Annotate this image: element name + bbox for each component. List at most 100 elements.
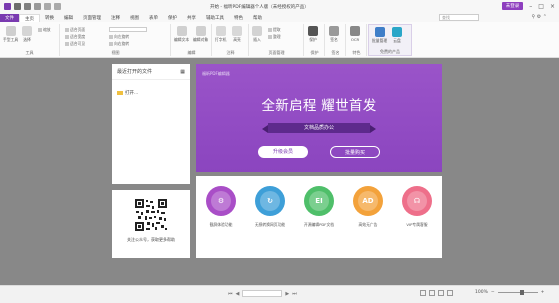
- feature-strip: ⚙ 截屏体验功能 ↻ 无损转换网页功能 EI 开源编辑PDF文档 AD 高效无广…: [196, 176, 442, 258]
- fit-page-button[interactable]: 适合页面: [65, 27, 85, 33]
- tab-help[interactable]: 帮助: [248, 14, 267, 22]
- cursor-icon: [22, 26, 32, 36]
- ribbon-group-tools: 手型工具 选择 缩放 工具: [0, 24, 60, 56]
- feature-item[interactable]: ⚙ 截屏体验功能: [198, 186, 244, 228]
- maximize-icon[interactable]: □: [538, 3, 544, 10]
- tab-comment[interactable]: 注释: [106, 14, 125, 22]
- batch-icon: [374, 27, 385, 37]
- rotate-left-button[interactable]: 向左旋转: [109, 34, 129, 40]
- continuous-facing-icon[interactable]: [447, 290, 453, 296]
- convert-icon: ↻: [255, 186, 285, 216]
- highlight-button[interactable]: 高亮: [232, 26, 242, 43]
- qr-panel: 关注公众号，获取更多帮助: [112, 190, 190, 258]
- edit-text-icon: [176, 26, 187, 36]
- ribbon-group-protect: 保护 保护: [305, 24, 325, 56]
- ocr-button[interactable]: OCR: [350, 26, 360, 42]
- status-bar: ⏮ ◀ ▶ ⏭ 100% − +: [0, 285, 559, 303]
- ad-icon: AD: [353, 186, 383, 216]
- clear-list-icon[interactable]: ▦: [180, 69, 185, 75]
- undo-icon[interactable]: [44, 3, 51, 10]
- print-icon[interactable]: [34, 3, 41, 10]
- view-mode-buttons: [420, 290, 453, 296]
- redo-icon[interactable]: [54, 3, 61, 10]
- page-number-input[interactable]: [242, 290, 283, 297]
- rotate-right-button[interactable]: 向右旋转: [109, 41, 129, 47]
- promo-banner[interactable]: 福昕PDF编辑器 全新启程 耀世首发 文档品质办公 升级会员 批量购买: [196, 64, 442, 172]
- select-tool-button[interactable]: 选择: [22, 26, 32, 43]
- sign-button[interactable]: 签名: [329, 26, 339, 43]
- feature-item[interactable]: ☊ VIP专属客服: [394, 186, 440, 228]
- tab-protect[interactable]: 保护: [163, 14, 182, 22]
- zoom-select[interactable]: [109, 27, 147, 33]
- open-file-link[interactable]: 打开...: [117, 90, 138, 96]
- continuous-icon[interactable]: [429, 290, 435, 296]
- banner-headline: 全新启程 耀世首发: [261, 98, 377, 114]
- search-options-icon[interactable]: ⚲ ⚙ ⌃: [531, 14, 547, 20]
- close-icon[interactable]: ×: [550, 3, 555, 10]
- fit-width-button[interactable]: 适合宽度: [65, 34, 85, 40]
- group-label-sign: 签名: [331, 50, 340, 55]
- open-file-icon[interactable]: [14, 3, 21, 10]
- ribbon-group-edit: 编辑文本 编辑对象 编辑: [172, 24, 212, 56]
- upgrade-member-button[interactable]: 升级会员: [258, 146, 308, 158]
- organize-button[interactable]: 整理: [268, 34, 281, 40]
- next-page-icon[interactable]: ▶: [285, 291, 289, 297]
- ribbon-group-view: 适合页面 适合宽度 适合可见 向左旋转 向右旋转 视图: [61, 24, 171, 56]
- cloud-drive-button[interactable]: 云盘: [392, 27, 402, 44]
- zoom-out-icon[interactable]: −: [491, 290, 495, 295]
- document-area: 最近打开的文件 ▦ 打开... 关注公众号，获取更多帮助 福昕PDF编辑器 全新…: [0, 58, 559, 285]
- group-label-protect: 保护: [310, 50, 319, 55]
- minimize-icon[interactable]: –: [529, 3, 532, 10]
- tab-edit[interactable]: 编辑: [59, 14, 78, 22]
- feature-item[interactable]: AD 高效无广告: [345, 186, 391, 228]
- tab-convert[interactable]: 转换: [40, 14, 59, 22]
- protect-button[interactable]: 保护: [308, 26, 318, 43]
- zoom-item[interactable]: 缩放: [38, 27, 51, 33]
- quick-access-toolbar: [0, 3, 61, 10]
- zoom-slider[interactable]: [497, 290, 538, 295]
- group-label-tools: 工具: [25, 50, 34, 55]
- settings-icon: ⚙: [206, 186, 236, 216]
- group-label-features: 特色: [352, 50, 361, 55]
- extract-button[interactable]: 提取: [268, 27, 281, 33]
- tab-form[interactable]: 表单: [144, 14, 163, 22]
- ribbon-group-features: OCR 特色: [347, 24, 367, 56]
- insert-page-icon: [252, 26, 262, 36]
- search-input[interactable]: 查找: [439, 14, 479, 21]
- recent-files-panel: 最近打开的文件 ▦ 打开...: [112, 64, 190, 184]
- tab-features[interactable]: 特色: [229, 14, 248, 22]
- folder-icon: [117, 91, 123, 95]
- group-label-pages: 页面管理: [268, 50, 285, 55]
- edit-object-icon: [195, 26, 206, 36]
- last-page-icon[interactable]: ⏭: [292, 291, 297, 297]
- batch-manage-button[interactable]: 批量管理: [372, 27, 387, 44]
- tab-view[interactable]: 视图: [125, 14, 144, 22]
- fit-visible-button[interactable]: 适合可见: [65, 41, 85, 47]
- facing-icon[interactable]: [438, 290, 444, 296]
- feature-item[interactable]: ↻ 无损转换网页功能: [247, 186, 293, 228]
- group-label-view: 视图: [111, 50, 120, 55]
- typewriter-button[interactable]: 打字机: [215, 26, 226, 43]
- tab-pages[interactable]: 页面管理: [78, 14, 106, 22]
- window-title: 开始 - 福昕PDF编辑器个人版（未经授权的产品）: [210, 5, 309, 10]
- qr-caption: 关注公众号，获取更多帮助: [127, 237, 175, 242]
- login-button[interactable]: 未登录: [501, 2, 524, 10]
- tab-share[interactable]: 共享: [182, 14, 201, 22]
- tab-file[interactable]: 文件: [0, 14, 19, 22]
- tab-accessibility[interactable]: 辅助工具: [201, 14, 229, 22]
- ribbon-home: 手型工具 选择 缩放 工具 适合页面 适合宽度 适合可见 向左旋转 向右旋转 视…: [0, 22, 559, 58]
- edit-text-button[interactable]: 编辑文本: [174, 26, 189, 43]
- bulk-buy-button[interactable]: 批量购买: [330, 146, 380, 158]
- single-page-icon[interactable]: [420, 290, 426, 296]
- prev-page-icon[interactable]: ◀: [236, 291, 240, 297]
- zoom-in-icon[interactable]: +: [541, 290, 545, 295]
- save-icon[interactable]: [24, 3, 31, 10]
- edit-object-button[interactable]: 编辑对象: [193, 26, 208, 43]
- tab-home[interactable]: 主页: [19, 14, 40, 22]
- zoom-level: 100%: [475, 290, 488, 295]
- insert-button[interactable]: 插入: [252, 26, 262, 43]
- feature-item[interactable]: EI 开源编辑PDF文档: [296, 186, 342, 228]
- pen-icon: [329, 26, 339, 36]
- hand-tool-button[interactable]: 手型工具: [3, 26, 18, 43]
- first-page-icon[interactable]: ⏮: [228, 291, 233, 297]
